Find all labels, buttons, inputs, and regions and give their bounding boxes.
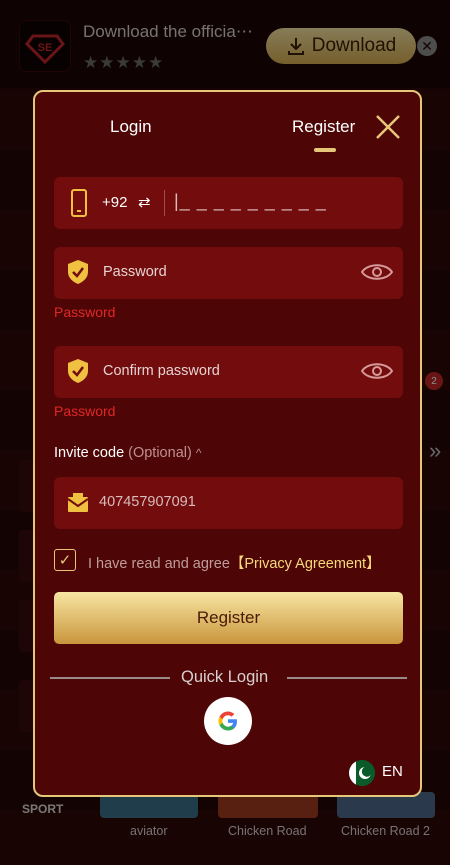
invite-optional-label: (Optional) xyxy=(128,445,192,461)
quick-login-label: Quick Login xyxy=(181,668,269,686)
envelope-icon xyxy=(67,493,89,512)
invite-code-field[interactable]: 407457907091 xyxy=(54,477,403,529)
pakistan-flag-icon[interactable] xyxy=(349,760,375,786)
eye-icon[interactable] xyxy=(361,261,393,283)
agreement-label: I have read and agree xyxy=(88,556,230,572)
invite-code-label: Invite code xyxy=(54,445,125,461)
shield-icon xyxy=(68,359,88,383)
agreement-text: I have read and agree【Privacy Agreement】 xyxy=(88,552,381,573)
chevron-up-icon: ^ xyxy=(195,446,202,460)
agreement-checkbox[interactable]: ✓ xyxy=(54,549,76,571)
active-tab-indicator xyxy=(314,148,336,152)
invite-code-toggle[interactable]: Invite code (Optional) ^ xyxy=(54,445,201,461)
confirm-password-error: Password xyxy=(54,403,116,419)
tab-login[interactable]: Login xyxy=(110,117,152,137)
phone-field[interactable]: +92 ⇄ |_ _ _ _ _ _ _ _ _ xyxy=(54,177,403,229)
eye-icon[interactable] xyxy=(361,360,393,382)
password-error: Password xyxy=(54,304,116,320)
confirm-password-field[interactable]: Confirm password xyxy=(54,346,403,398)
shield-icon xyxy=(68,260,88,284)
quick-login-divider xyxy=(287,677,407,679)
register-modal: Login Register +92 ⇄ |_ _ _ _ _ _ _ _ _ … xyxy=(33,90,422,797)
close-icon[interactable] xyxy=(374,113,402,141)
phone-icon xyxy=(71,189,87,217)
password-placeholder[interactable]: Password xyxy=(103,264,167,280)
swap-icon[interactable]: ⇄ xyxy=(138,193,151,211)
quick-login-divider xyxy=(50,677,170,679)
pakistan-flag-graphic xyxy=(349,760,375,786)
google-icon xyxy=(218,711,237,731)
phone-input[interactable]: |_ _ _ _ _ _ _ _ _ xyxy=(174,191,327,212)
country-code[interactable]: +92 xyxy=(102,194,127,211)
language-selector[interactable]: EN xyxy=(382,763,403,780)
google-login-button[interactable] xyxy=(204,697,252,745)
tab-register[interactable]: Register xyxy=(292,117,355,137)
confirm-password-placeholder[interactable]: Confirm password xyxy=(103,363,220,379)
invite-code-input[interactable]: 407457907091 xyxy=(99,494,196,510)
privacy-agreement-link[interactable]: 【Privacy Agreement】 xyxy=(230,556,381,572)
field-divider xyxy=(164,190,165,216)
register-button[interactable]: Register xyxy=(54,592,403,644)
password-field[interactable]: Password xyxy=(54,247,403,299)
